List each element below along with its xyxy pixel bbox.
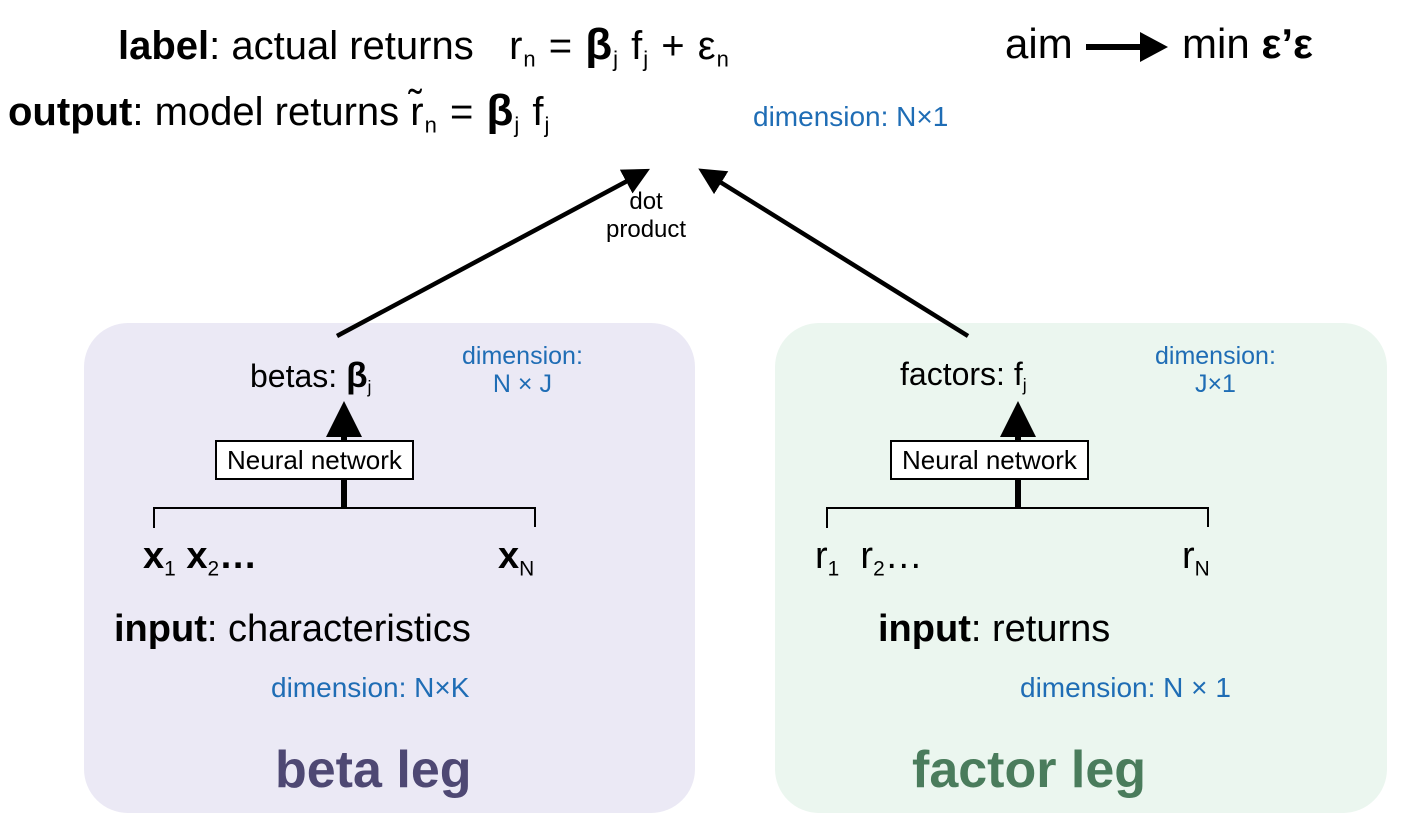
beta-input-dimension: dimension: N×K bbox=[271, 672, 470, 703]
xN-sub: N bbox=[519, 557, 535, 581]
factor-input-text: : returns bbox=[970, 608, 1111, 650]
factor-to-output-arrow bbox=[698, 168, 970, 338]
beta-input-bracket bbox=[153, 507, 536, 528]
dot-product-line2: product bbox=[606, 216, 687, 243]
aim-word: aim bbox=[1005, 20, 1073, 67]
beta-input-keyword: input bbox=[114, 608, 207, 650]
beta-to-output-arrow bbox=[335, 168, 650, 338]
factors-sub: j bbox=[1022, 375, 1027, 396]
dot-product-label: dot product bbox=[606, 188, 686, 244]
factor-input-last: rN bbox=[1182, 535, 1210, 581]
dot-product-line1: dot bbox=[629, 188, 663, 215]
actual-returns-equation: rn = βj fj + εn bbox=[485, 20, 730, 70]
xN-symbol: x bbox=[498, 535, 520, 577]
eq-f: f bbox=[631, 24, 644, 68]
eq-plus: + bbox=[661, 24, 686, 68]
eq-epsilon: ε bbox=[697, 24, 717, 68]
eq2-beta: β bbox=[486, 86, 515, 135]
rN-sub: N bbox=[1194, 557, 1210, 581]
factor-leg-title: factor leg bbox=[912, 741, 1147, 799]
output-dimension: dimension: N×1 bbox=[753, 101, 949, 132]
factors-text: factors: bbox=[900, 356, 1014, 392]
x2-sub: 2 bbox=[207, 557, 220, 581]
aim-statement: aim min ε’ε bbox=[1005, 20, 1313, 68]
r-ellipsis: … bbox=[884, 535, 923, 577]
beta-input-text: : characteristics bbox=[206, 608, 471, 650]
x2-symbol: x bbox=[186, 535, 208, 577]
x-ellipsis: … bbox=[219, 535, 258, 577]
betas-text: betas: bbox=[250, 358, 347, 394]
r1-symbol: r bbox=[815, 535, 828, 577]
beta-dim-line2: N × J bbox=[492, 370, 552, 398]
factor-output-label: factors: fj bbox=[900, 356, 1027, 396]
factor-neural-network-box: Neural network bbox=[890, 440, 1089, 480]
eq2-f-sub: j bbox=[544, 112, 551, 138]
right-arrow-icon bbox=[1086, 31, 1169, 62]
eq-equals: = bbox=[548, 24, 574, 68]
beta-leg-title: beta leg bbox=[275, 741, 472, 799]
eq-lhs-r: r bbox=[509, 24, 524, 68]
beta-dim-line1: dimension: bbox=[462, 342, 583, 370]
beta-output-dimension: dimension: N × J bbox=[462, 342, 583, 398]
beta-input-last: xN bbox=[498, 535, 535, 581]
eq-beta-sub: j bbox=[613, 46, 620, 72]
eq-lhs-sub: n bbox=[523, 46, 537, 72]
betas-symbol: β bbox=[346, 356, 368, 395]
beta-output-label: betas: βj bbox=[250, 356, 371, 396]
betas-sub: j bbox=[367, 377, 372, 398]
output-equation-line: output: model returns r̃n = βj fj bbox=[8, 86, 550, 136]
eq2-f: f bbox=[532, 90, 545, 134]
eq2-lhs-r-tilde: r̃ bbox=[410, 90, 425, 134]
r1-sub: 1 bbox=[827, 557, 840, 581]
model-returns-equation: r̃n = βj fj bbox=[410, 86, 550, 136]
factor-input-description: input: returns bbox=[878, 608, 1110, 651]
factor-inputs: r1 r2… bbox=[815, 535, 923, 581]
output-keyword: output bbox=[8, 90, 133, 134]
eq2-lhs-sub: n bbox=[424, 112, 438, 138]
factor-dim-line1: dimension: bbox=[1155, 342, 1276, 370]
eq2-equals: = bbox=[449, 90, 475, 134]
r2-symbol: r bbox=[860, 535, 874, 577]
aim-objective: ε’ε bbox=[1261, 20, 1313, 67]
factor-input-bracket bbox=[826, 507, 1209, 528]
factor-input-keyword: input bbox=[878, 608, 971, 650]
beta-neural-network-box: Neural network bbox=[215, 440, 414, 480]
beta-input-description: input: characteristics bbox=[114, 608, 471, 651]
r2-sub: 2 bbox=[873, 557, 885, 581]
x1-sub: 1 bbox=[164, 557, 176, 581]
eq-epsilon-sub: n bbox=[716, 46, 730, 72]
x1-symbol: x bbox=[143, 535, 165, 577]
label-equation-line: label: actual returns rn = βj fj + εn bbox=[118, 20, 730, 70]
label-text: : actual returns bbox=[209, 24, 474, 68]
eq2-beta-sub: j bbox=[514, 112, 521, 138]
aim-min: min bbox=[1182, 20, 1250, 67]
label-keyword: label bbox=[118, 24, 210, 68]
output-text: : model returns bbox=[132, 90, 400, 134]
eq-f-sub: j bbox=[643, 46, 650, 72]
factor-input-dimension: dimension: N × 1 bbox=[1020, 672, 1231, 703]
factor-output-dimension: dimension: J×1 bbox=[1155, 342, 1276, 398]
beta-inputs: x1 x2… bbox=[143, 535, 258, 581]
rN-symbol: r bbox=[1182, 535, 1195, 577]
factors-symbol: f bbox=[1013, 356, 1023, 392]
factor-dim-line2: J×1 bbox=[1194, 370, 1236, 398]
eq-beta: β bbox=[585, 20, 614, 69]
